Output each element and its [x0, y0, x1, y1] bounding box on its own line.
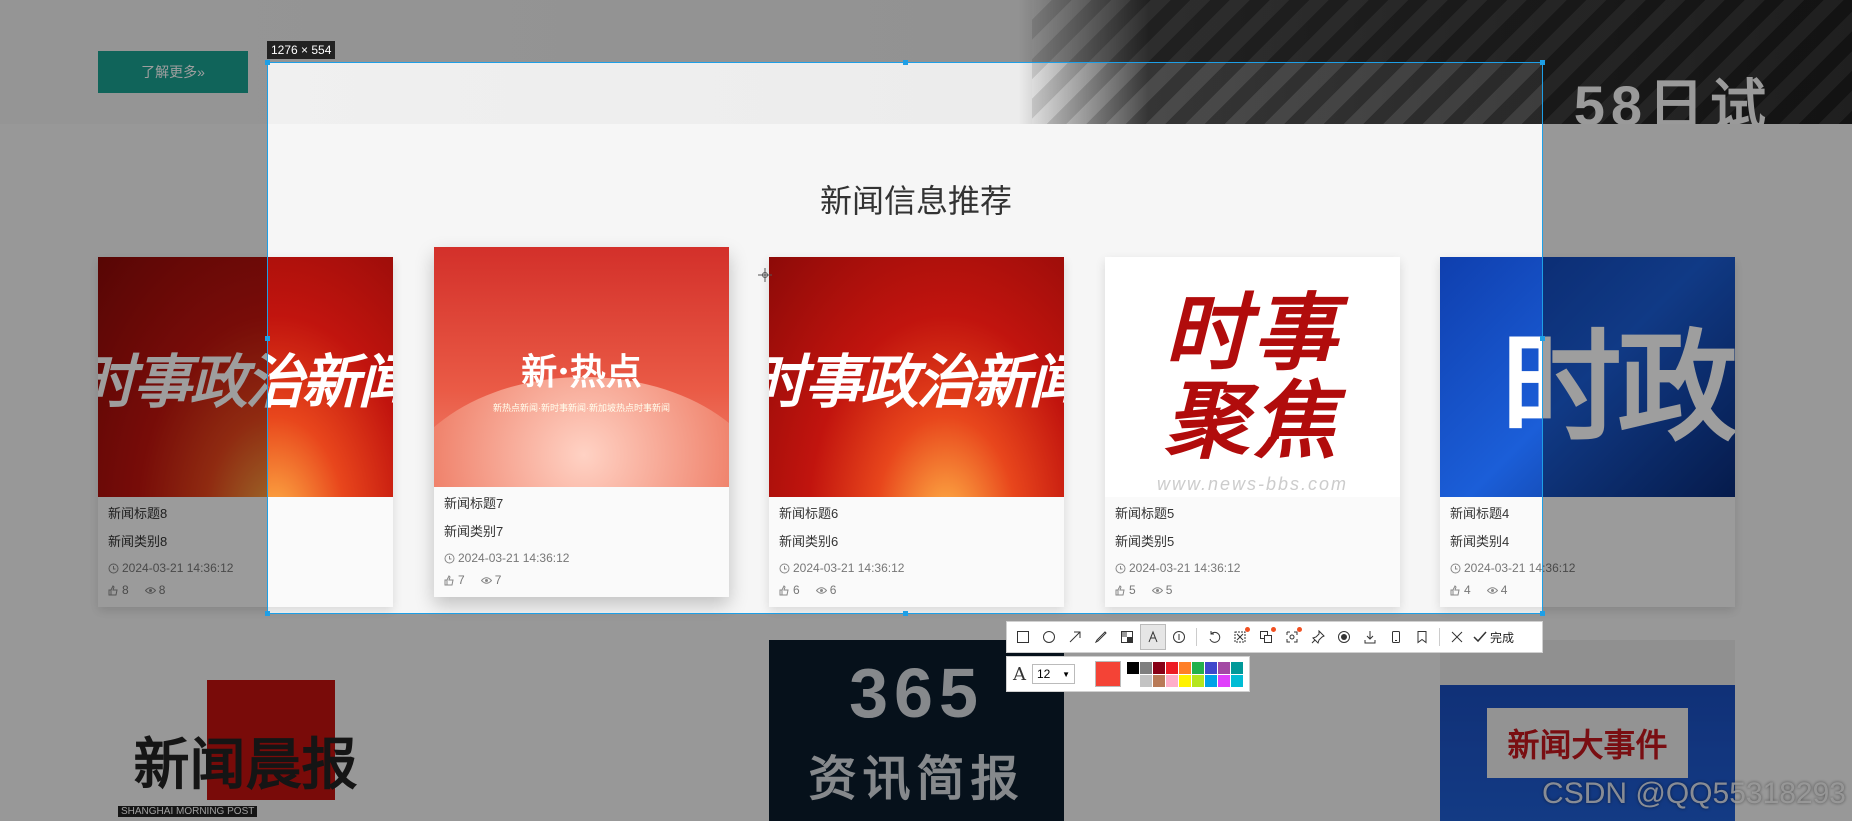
chevron-down-icon: ▼	[1062, 669, 1071, 679]
crosshair-cursor-icon	[758, 268, 772, 282]
color-swatch[interactable]	[1231, 661, 1243, 674]
resize-handle[interactable]	[1540, 336, 1545, 341]
resize-handle[interactable]	[265, 611, 270, 616]
ocr-translate-icon[interactable]	[1254, 625, 1278, 649]
hero-banner-text: 58日试	[1573, 74, 1772, 124]
current-color-swatch[interactable]	[1095, 661, 1121, 687]
selection-rectangle[interactable]	[265, 60, 1545, 616]
bookmark-icon[interactable]	[1410, 625, 1434, 649]
record-icon[interactable]	[1332, 625, 1356, 649]
font-size-icon: A	[1013, 663, 1026, 685]
smart-select-icon[interactable]	[1280, 625, 1304, 649]
color-swatch[interactable]	[1231, 674, 1243, 687]
color-swatch[interactable]	[1205, 661, 1217, 674]
undo-icon[interactable]	[1202, 625, 1226, 649]
resize-handle[interactable]	[903, 60, 908, 65]
check-icon	[1473, 630, 1487, 644]
color-swatch[interactable]	[1192, 661, 1204, 674]
font-size-value: 12	[1037, 667, 1051, 681]
close-icon[interactable]	[1445, 625, 1469, 649]
color-swatch[interactable]	[1192, 674, 1204, 687]
font-size-select[interactable]: 12 ▼	[1032, 664, 1076, 684]
rectangle-tool-icon[interactable]	[1011, 625, 1035, 649]
resize-handle[interactable]	[903, 611, 908, 616]
text-style-bar: A 12 ▼	[1006, 656, 1250, 692]
color-swatch[interactable]	[1127, 674, 1139, 687]
dim-overlay-left	[0, 62, 267, 614]
done-button[interactable]: 完成	[1473, 629, 1514, 646]
ellipse-tool-icon[interactable]	[1037, 625, 1061, 649]
selection-size-label: 1276 × 554	[267, 41, 336, 59]
dim-overlay-right	[1543, 62, 1852, 614]
color-swatch[interactable]	[1140, 674, 1152, 687]
color-palette	[1127, 661, 1243, 687]
toolbar-divider	[1439, 628, 1440, 646]
color-swatch[interactable]	[1166, 674, 1178, 687]
ai-erase-icon[interactable]	[1228, 625, 1252, 649]
color-swatch[interactable]	[1166, 661, 1178, 674]
pencil-tool-icon[interactable]	[1089, 625, 1113, 649]
color-swatch[interactable]	[1218, 661, 1230, 674]
color-swatch[interactable]	[1179, 674, 1191, 687]
color-swatch[interactable]	[1140, 661, 1152, 674]
phone-icon[interactable]	[1384, 625, 1408, 649]
color-swatch[interactable]	[1218, 674, 1230, 687]
pin-icon[interactable]	[1306, 625, 1330, 649]
dim-overlay-bottom	[0, 614, 1852, 821]
resize-handle[interactable]	[265, 60, 270, 65]
color-swatch[interactable]	[1205, 674, 1217, 687]
color-swatch[interactable]	[1153, 674, 1165, 687]
resize-handle[interactable]	[1540, 611, 1545, 616]
color-swatch[interactable]	[1179, 661, 1191, 674]
color-swatch[interactable]	[1153, 661, 1165, 674]
mosaic-tool-icon[interactable]	[1115, 625, 1139, 649]
resize-handle[interactable]	[1540, 60, 1545, 65]
text-tool-icon[interactable]	[1140, 624, 1166, 650]
number-marker-tool-icon[interactable]	[1167, 625, 1191, 649]
resize-handle[interactable]	[265, 336, 270, 341]
arrow-tool-icon[interactable]	[1063, 625, 1087, 649]
done-label: 完成	[1490, 630, 1515, 645]
color-swatch[interactable]	[1127, 661, 1139, 674]
toolbar-divider	[1196, 628, 1197, 646]
annotation-toolbar: 完成	[1006, 621, 1543, 653]
download-icon[interactable]	[1358, 625, 1382, 649]
